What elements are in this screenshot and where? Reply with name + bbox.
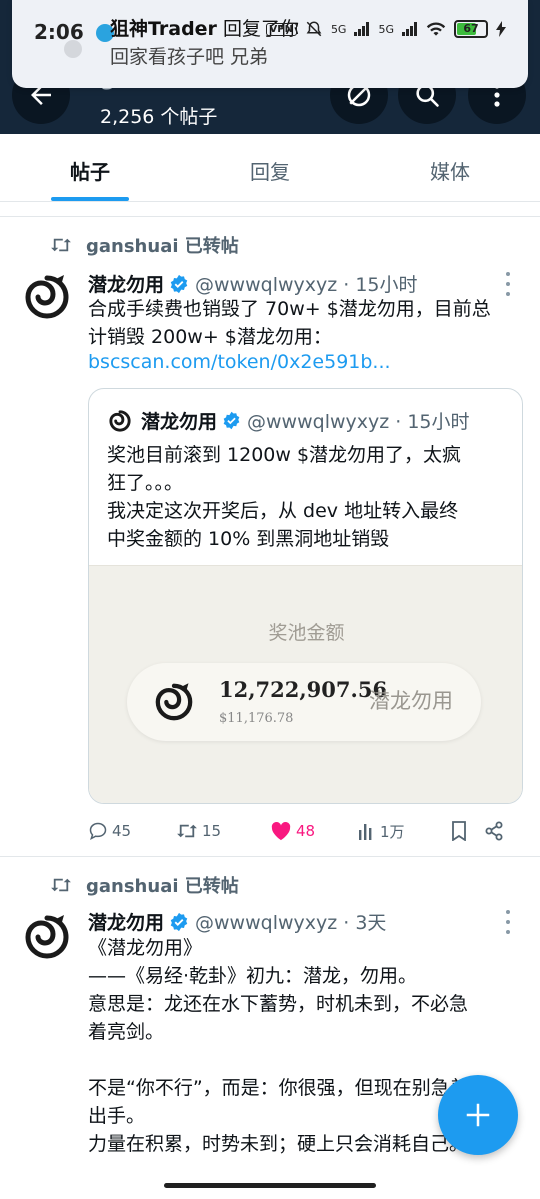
vpn-badge: VPN: [265, 22, 297, 36]
bookmark-button[interactable]: [450, 821, 484, 841]
post-more-button[interactable]: [498, 910, 518, 934]
wifi-icon: [426, 22, 446, 36]
post-header: 潜龙勿用 @wwwqlwyxyz · 15小时: [88, 270, 418, 297]
reply-button[interactable]: 45: [88, 821, 176, 841]
dragon-logo-icon: [155, 683, 193, 721]
post-count: 2,256 个帖子: [100, 106, 218, 128]
prize-pool-label: 奖池金额: [268, 622, 345, 644]
share-button[interactable]: [484, 821, 514, 841]
tab-posts[interactable]: 帖子: [0, 134, 180, 201]
share-icon: [485, 821, 503, 841]
quote-avatar: [107, 408, 133, 434]
views-button[interactable]: 1万: [358, 821, 450, 842]
active-tab-indicator: [51, 197, 129, 201]
quote-handle-time: @wwwqlwyxyz · 15小时: [247, 411, 470, 433]
post-text: 合成手续费也销毁了 70w+ $潜龙勿用，目前总 计销毁 200w+ $潜龙勿用…: [88, 298, 491, 348]
avatar[interactable]: [20, 270, 74, 324]
divider: [0, 216, 540, 217]
dragon-logo-icon: [25, 915, 69, 959]
quote-author-name: 潜龙勿用: [141, 411, 218, 433]
bookmark-icon: [452, 821, 466, 841]
quote-text: 奖池目前滚到 1200w $潜龙勿用了，太疯 狂了。。。 我决定这次开奖后，从 …: [107, 444, 462, 550]
verified-badge-icon: [223, 411, 240, 430]
author-name[interactable]: 潜龙勿用: [88, 270, 164, 297]
profile-tabs: 帖子 回复 媒体: [0, 134, 540, 202]
quoted-post[interactable]: 潜龙勿用 @wwwqlwyxyz · 15小时 奖池目前滚到 1200w $潜龙…: [88, 388, 523, 804]
network-5g-label-1: 5G: [330, 22, 347, 36]
notification-message: 回家看孩子吧 兄弟: [110, 46, 269, 68]
prize-amount: 12,722,907.56: [219, 677, 388, 702]
author-name[interactable]: 潜龙勿用: [88, 908, 164, 935]
reply-icon: [89, 822, 107, 841]
repost-icon: [177, 824, 197, 838]
post-more-button[interactable]: [498, 272, 518, 296]
verified-badge-icon: [170, 912, 188, 931]
tab-media[interactable]: 媒体: [360, 134, 540, 201]
author-handle-time: @wwwqlwyxyz · 3天: [195, 912, 387, 934]
heart-icon: [271, 821, 291, 841]
dragon-logo-icon: [25, 275, 69, 319]
compose-button[interactable]: [438, 1075, 518, 1155]
repost-button[interactable]: 15: [176, 822, 270, 840]
notification-sender: 狙神Trader: [110, 18, 217, 40]
post-actions: 45 15 48 1万: [88, 816, 518, 846]
repost-indicator[interactable]: ganshuai 已转帖: [50, 232, 239, 258]
quote-image[interactable]: 奖池金额 12,722,907.56 $11,176.78 潜龙勿用: [89, 565, 522, 803]
views-chart-icon: [359, 824, 372, 840]
signal-icon-2: [402, 22, 417, 36]
signal-icon: [354, 22, 370, 36]
divider: [0, 856, 540, 857]
prize-pool-card: 12,722,907.56 $11,176.78 潜龙勿用: [127, 663, 481, 741]
gesture-bar[interactable]: [164, 1183, 376, 1188]
token-name: 潜龙勿用: [369, 689, 453, 713]
battery-indicator: 67: [454, 20, 488, 38]
mute-icon: [306, 21, 322, 37]
repost-icon: [51, 878, 71, 892]
notification-banner[interactable]: 2:06 狙神Trader 回复了你 回家看孩子吧 兄弟 VPN 5G 5G 6…: [12, 0, 528, 88]
plus-icon: [466, 1103, 490, 1127]
prize-usd: $11,176.78: [219, 711, 294, 726]
verified-badge-icon: [170, 274, 188, 293]
author-handle-time: @wwwqlwyxyz · 15小时: [195, 274, 418, 296]
avatar[interactable]: [20, 910, 74, 964]
post-header: 潜龙勿用 @wwwqlwyxyz · 3天: [88, 908, 386, 935]
tab-replies[interactable]: 回复: [180, 134, 360, 201]
repost-icon: [51, 238, 71, 252]
like-button[interactable]: 48: [270, 821, 358, 841]
notification-dot-icon: [64, 40, 82, 58]
token-logo: [147, 675, 201, 729]
dragon-logo-icon: [109, 409, 131, 432]
post-link[interactable]: bscscan.com/token/0x2e591b...: [88, 351, 391, 373]
charging-icon: [496, 21, 506, 37]
quote-header: 潜龙勿用 @wwwqlwyxyz · 15小时: [107, 407, 470, 434]
status-icons: VPN 5G 5G 67: [265, 20, 506, 38]
network-5g-label-2: 5G: [378, 22, 394, 36]
repost-indicator[interactable]: ganshuai 已转帖: [50, 872, 239, 898]
